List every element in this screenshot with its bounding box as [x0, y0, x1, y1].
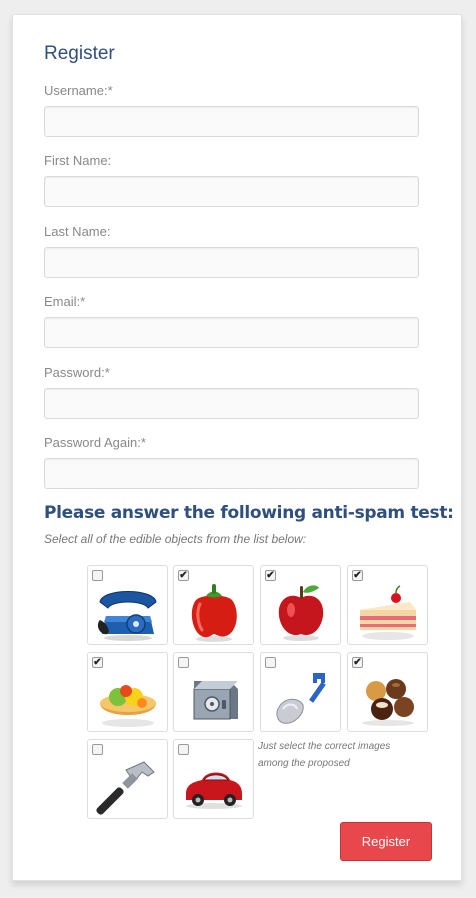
first-name-label: First Name: — [44, 153, 112, 168]
captcha-tile-hammer[interactable] — [87, 739, 168, 819]
captcha-tile-pepper[interactable]: ✔ — [173, 565, 254, 645]
password-label: Password:* — [44, 365, 110, 380]
cake-slice-icon — [360, 585, 416, 640]
password-again-input[interactable] — [44, 458, 419, 489]
captcha-tile-chocolates[interactable]: ✔ — [347, 652, 428, 732]
captcha-tile-cake[interactable]: ✔ — [347, 565, 428, 645]
captcha-tile-car[interactable] — [173, 739, 254, 819]
antispam-heading: Please answer the following anti-spam te… — [44, 503, 454, 523]
red-pepper-icon — [191, 584, 237, 642]
email-input[interactable] — [44, 317, 419, 348]
captcha-tile-tart[interactable]: ✔ — [87, 652, 168, 732]
antispam-instruction: Select all of the edible objects from th… — [44, 532, 307, 546]
captcha-tile-safe[interactable] — [173, 652, 254, 732]
chocolates-icon — [362, 679, 414, 726]
register-card: Register Username:* First Name: Last Nam… — [12, 14, 462, 881]
password-again-label: Password Again:* — [44, 435, 146, 450]
username-input[interactable] — [44, 106, 419, 137]
captcha-tile-shovel[interactable] — [260, 652, 341, 732]
last-name-label: Last Name: — [44, 224, 111, 239]
fruit-tart-icon — [100, 685, 156, 727]
first-name-input[interactable] — [44, 176, 419, 207]
captcha-tile-telephone[interactable] — [87, 565, 168, 645]
password-input[interactable] — [44, 388, 419, 419]
register-button[interactable]: Register — [340, 822, 432, 861]
captcha-hint: Just select the correct images among the… — [258, 741, 391, 769]
email-label: Email:* — [44, 294, 86, 309]
username-label: Username:* — [44, 83, 113, 98]
hammer-icon — [96, 761, 155, 815]
safe-icon — [193, 681, 238, 720]
apple-icon — [278, 585, 324, 641]
last-name-input[interactable] — [44, 247, 419, 278]
page-title: Register — [44, 43, 115, 64]
shovel-icon — [276, 673, 326, 724]
red-car-icon — [186, 772, 242, 809]
captcha-tile-apple[interactable]: ✔ — [260, 565, 341, 645]
telephone-icon — [97, 591, 157, 641]
